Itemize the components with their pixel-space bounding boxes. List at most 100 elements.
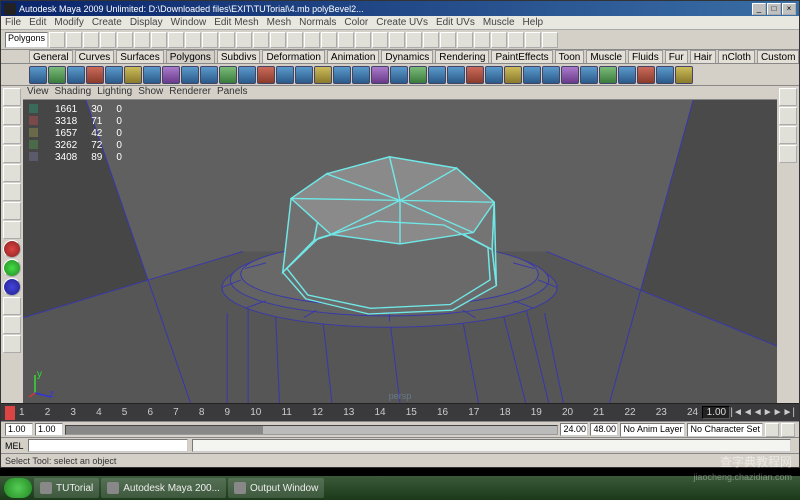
shelf-button-icon[interactable] bbox=[105, 66, 123, 84]
rotate-tool-icon[interactable] bbox=[3, 145, 21, 163]
tool-settings-icon[interactable] bbox=[779, 107, 797, 125]
layout-four-icon[interactable] bbox=[3, 259, 21, 277]
shelf-button-icon[interactable] bbox=[162, 66, 180, 84]
tool-icon[interactable] bbox=[372, 32, 388, 48]
menu-color[interactable]: Color bbox=[344, 17, 368, 28]
tool-icon[interactable] bbox=[83, 32, 99, 48]
shelf-button-icon[interactable] bbox=[485, 66, 503, 84]
vp-menu-lighting[interactable]: Lighting bbox=[97, 86, 132, 99]
shelf-button-icon[interactable] bbox=[390, 66, 408, 84]
tool-icon[interactable] bbox=[168, 32, 184, 48]
shelf-tab-polygons[interactable]: Polygons bbox=[166, 50, 215, 63]
menu-help[interactable]: Help bbox=[523, 17, 544, 28]
tool-icon[interactable] bbox=[219, 32, 235, 48]
menu-modify[interactable]: Modify bbox=[54, 17, 83, 28]
shelf-button-icon[interactable] bbox=[675, 66, 693, 84]
shelf-button-icon[interactable] bbox=[637, 66, 655, 84]
shelf-button-icon[interactable] bbox=[561, 66, 579, 84]
command-input[interactable] bbox=[28, 439, 188, 452]
shelf-button-icon[interactable] bbox=[257, 66, 275, 84]
soft-mod-icon[interactable] bbox=[3, 202, 21, 220]
tool-icon[interactable] bbox=[49, 32, 65, 48]
shelf-tab-fluids[interactable]: Fluids bbox=[628, 50, 663, 63]
menu-normals[interactable]: Normals bbox=[299, 17, 336, 28]
lasso-tool-icon[interactable] bbox=[3, 107, 21, 125]
vp-menu-renderer[interactable]: Renderer bbox=[169, 86, 211, 99]
taskbar-item[interactable]: Autodesk Maya 200... bbox=[101, 478, 226, 498]
tool-icon[interactable] bbox=[474, 32, 490, 48]
tool-icon[interactable] bbox=[338, 32, 354, 48]
shelf-button-icon[interactable] bbox=[542, 66, 560, 84]
tool-icon[interactable] bbox=[525, 32, 541, 48]
shelf-tab-rendering[interactable]: Rendering bbox=[435, 50, 489, 63]
shelf-button-icon[interactable] bbox=[371, 66, 389, 84]
tool-icon[interactable] bbox=[236, 32, 252, 48]
tool-icon[interactable] bbox=[270, 32, 286, 48]
shelf-button-icon[interactable] bbox=[67, 66, 85, 84]
scale-tool-icon[interactable] bbox=[3, 164, 21, 182]
vp-menu-view[interactable]: View bbox=[27, 86, 49, 99]
maximize-button[interactable]: □ bbox=[767, 3, 781, 15]
layout-icon[interactable] bbox=[3, 297, 21, 315]
menu-window[interactable]: Window bbox=[171, 17, 207, 28]
tool-icon[interactable] bbox=[508, 32, 524, 48]
shelf-button-icon[interactable] bbox=[447, 66, 465, 84]
tool-icon[interactable] bbox=[253, 32, 269, 48]
menu-create[interactable]: Create bbox=[92, 17, 122, 28]
menu-edit[interactable]: Edit bbox=[29, 17, 46, 28]
shelf-tab-curves[interactable]: Curves bbox=[75, 50, 115, 63]
tool-icon[interactable] bbox=[440, 32, 456, 48]
shelf-tab-painteffects[interactable]: PaintEffects bbox=[491, 50, 552, 63]
vp-menu-panels[interactable]: Panels bbox=[217, 86, 248, 99]
viewport[interactable]: ViewShadingLightingShowRendererPanels 16… bbox=[23, 86, 777, 403]
step-back-icon[interactable]: ◄ bbox=[743, 407, 753, 418]
forward-end-icon[interactable]: ►| bbox=[783, 407, 796, 418]
tool-icon[interactable] bbox=[287, 32, 303, 48]
time-slider[interactable]: 123456789101112131415161718192021222324 … bbox=[1, 403, 799, 421]
tool-icon[interactable] bbox=[542, 32, 558, 48]
layout-persp-icon[interactable] bbox=[3, 278, 21, 296]
shelf-button-icon[interactable] bbox=[48, 66, 66, 84]
shelf-button-icon[interactable] bbox=[143, 66, 161, 84]
vp-menu-show[interactable]: Show bbox=[138, 86, 163, 99]
start-button[interactable] bbox=[4, 478, 32, 498]
range-end-field[interactable]: 48.00 bbox=[590, 423, 618, 436]
channel-box-icon[interactable] bbox=[779, 126, 797, 144]
anim-layer-dropdown[interactable]: No Anim Layer bbox=[620, 423, 685, 437]
shelf-button-icon[interactable] bbox=[295, 66, 313, 84]
tool-icon[interactable] bbox=[185, 32, 201, 48]
shelf-button-icon[interactable] bbox=[200, 66, 218, 84]
tool-icon[interactable] bbox=[491, 32, 507, 48]
shelf-button-icon[interactable] bbox=[29, 66, 47, 84]
shelf-button-icon[interactable] bbox=[656, 66, 674, 84]
shelf-tab-dynamics[interactable]: Dynamics bbox=[381, 50, 433, 63]
taskbar-item[interactable]: TUTorial bbox=[34, 478, 99, 498]
shelf-button-icon[interactable] bbox=[428, 66, 446, 84]
shelf-button-icon[interactable] bbox=[409, 66, 427, 84]
auto-key-icon[interactable] bbox=[765, 423, 779, 437]
shelf-button-icon[interactable] bbox=[276, 66, 294, 84]
minimize-button[interactable]: _ bbox=[752, 3, 766, 15]
menu-file[interactable]: File bbox=[5, 17, 21, 28]
rewind-icon[interactable]: |◄ bbox=[730, 407, 743, 418]
move-tool-icon[interactable] bbox=[3, 126, 21, 144]
shelf-button-icon[interactable] bbox=[523, 66, 541, 84]
tool-icon[interactable] bbox=[406, 32, 422, 48]
tool-icon[interactable] bbox=[304, 32, 320, 48]
taskbar-item[interactable]: Output Window bbox=[228, 478, 324, 498]
current-frame-marker[interactable] bbox=[5, 406, 15, 420]
close-button[interactable]: × bbox=[782, 3, 796, 15]
shelf-tab-deformation[interactable]: Deformation bbox=[262, 50, 324, 63]
shelf-tab-ncloth[interactable]: nCloth bbox=[718, 50, 755, 63]
shelf-button-icon[interactable] bbox=[599, 66, 617, 84]
range-slider-bar[interactable] bbox=[65, 425, 558, 435]
select-tool-icon[interactable] bbox=[3, 88, 21, 106]
shelf-tab-hair[interactable]: Hair bbox=[690, 50, 716, 63]
menu-edit-mesh[interactable]: Edit Mesh bbox=[214, 17, 258, 28]
range-start-field[interactable]: 1.00 bbox=[5, 423, 33, 436]
layout-icon[interactable] bbox=[3, 316, 21, 334]
character-set-dropdown[interactable]: No Character Set bbox=[687, 423, 763, 437]
shelf-button-icon[interactable] bbox=[352, 66, 370, 84]
layout-icon[interactable] bbox=[3, 335, 21, 353]
attribute-editor-icon[interactable] bbox=[779, 88, 797, 106]
